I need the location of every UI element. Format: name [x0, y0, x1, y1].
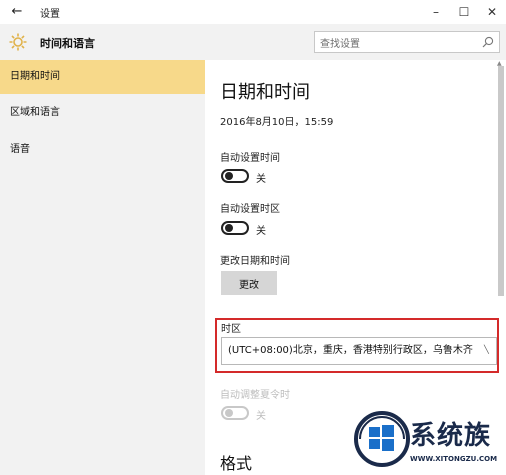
auto-timezone-toggle[interactable]	[221, 221, 249, 235]
timezone-dropdown[interactable]: (UTC+08:00)北京，重庆，香港特别行政区，乌鲁木齐	[221, 337, 497, 365]
dst-label: 自动调整夏令时	[220, 390, 290, 401]
dst-toggle[interactable]	[221, 406, 249, 420]
toggle-knob	[225, 224, 233, 232]
page-header: 时间和语言	[0, 24, 506, 60]
watermark-url: WWW.XITONGZU.COM	[410, 455, 498, 463]
scrollbar-thumb[interactable]	[498, 66, 504, 296]
toggle-knob	[225, 409, 233, 417]
search-box[interactable]	[314, 31, 500, 55]
change-datetime-label: 更改日期和时间	[220, 256, 290, 267]
auto-time-label: 自动设置时间	[220, 153, 280, 164]
page-title: 时间和语言	[40, 37, 95, 50]
maximize-button[interactable]: ☐	[452, 2, 476, 22]
search-input[interactable]	[315, 34, 475, 55]
current-datetime: 2016年8月10日，15:59	[220, 117, 334, 128]
section-heading: 日期和时间	[220, 82, 310, 103]
title-bar: ← 设置 – ☐ ✕	[0, 0, 506, 24]
close-button[interactable]: ✕	[480, 2, 504, 22]
dst-state: 关	[256, 411, 266, 422]
auto-timezone-label: 自动设置时区	[220, 204, 280, 215]
window-title: 设置	[40, 9, 60, 20]
auto-time-state: 关	[256, 174, 266, 185]
auto-timezone-state: 关	[256, 226, 266, 237]
timezone-label: 时区	[221, 324, 241, 335]
search-icon[interactable]	[481, 35, 495, 49]
gear-icon	[9, 33, 27, 51]
back-arrow-icon[interactable]: ←	[8, 3, 26, 21]
change-button[interactable]: 更改	[221, 271, 277, 295]
chevron-down-icon[interactable]: ╲	[484, 345, 489, 354]
auto-time-toggle[interactable]	[221, 169, 249, 183]
sidebar-item-region-language[interactable]: 区域和语言	[0, 96, 205, 130]
sidebar-item-date-time[interactable]: 日期和时间	[0, 60, 205, 94]
sidebar: 日期和时间 区域和语言 语音	[0, 60, 205, 475]
format-heading: 格式	[220, 454, 253, 473]
minimize-button[interactable]: –	[424, 2, 448, 22]
sidebar-item-speech[interactable]: 语音	[0, 133, 205, 167]
toggle-knob	[225, 172, 233, 180]
watermark-text: 系统族	[410, 421, 492, 451]
